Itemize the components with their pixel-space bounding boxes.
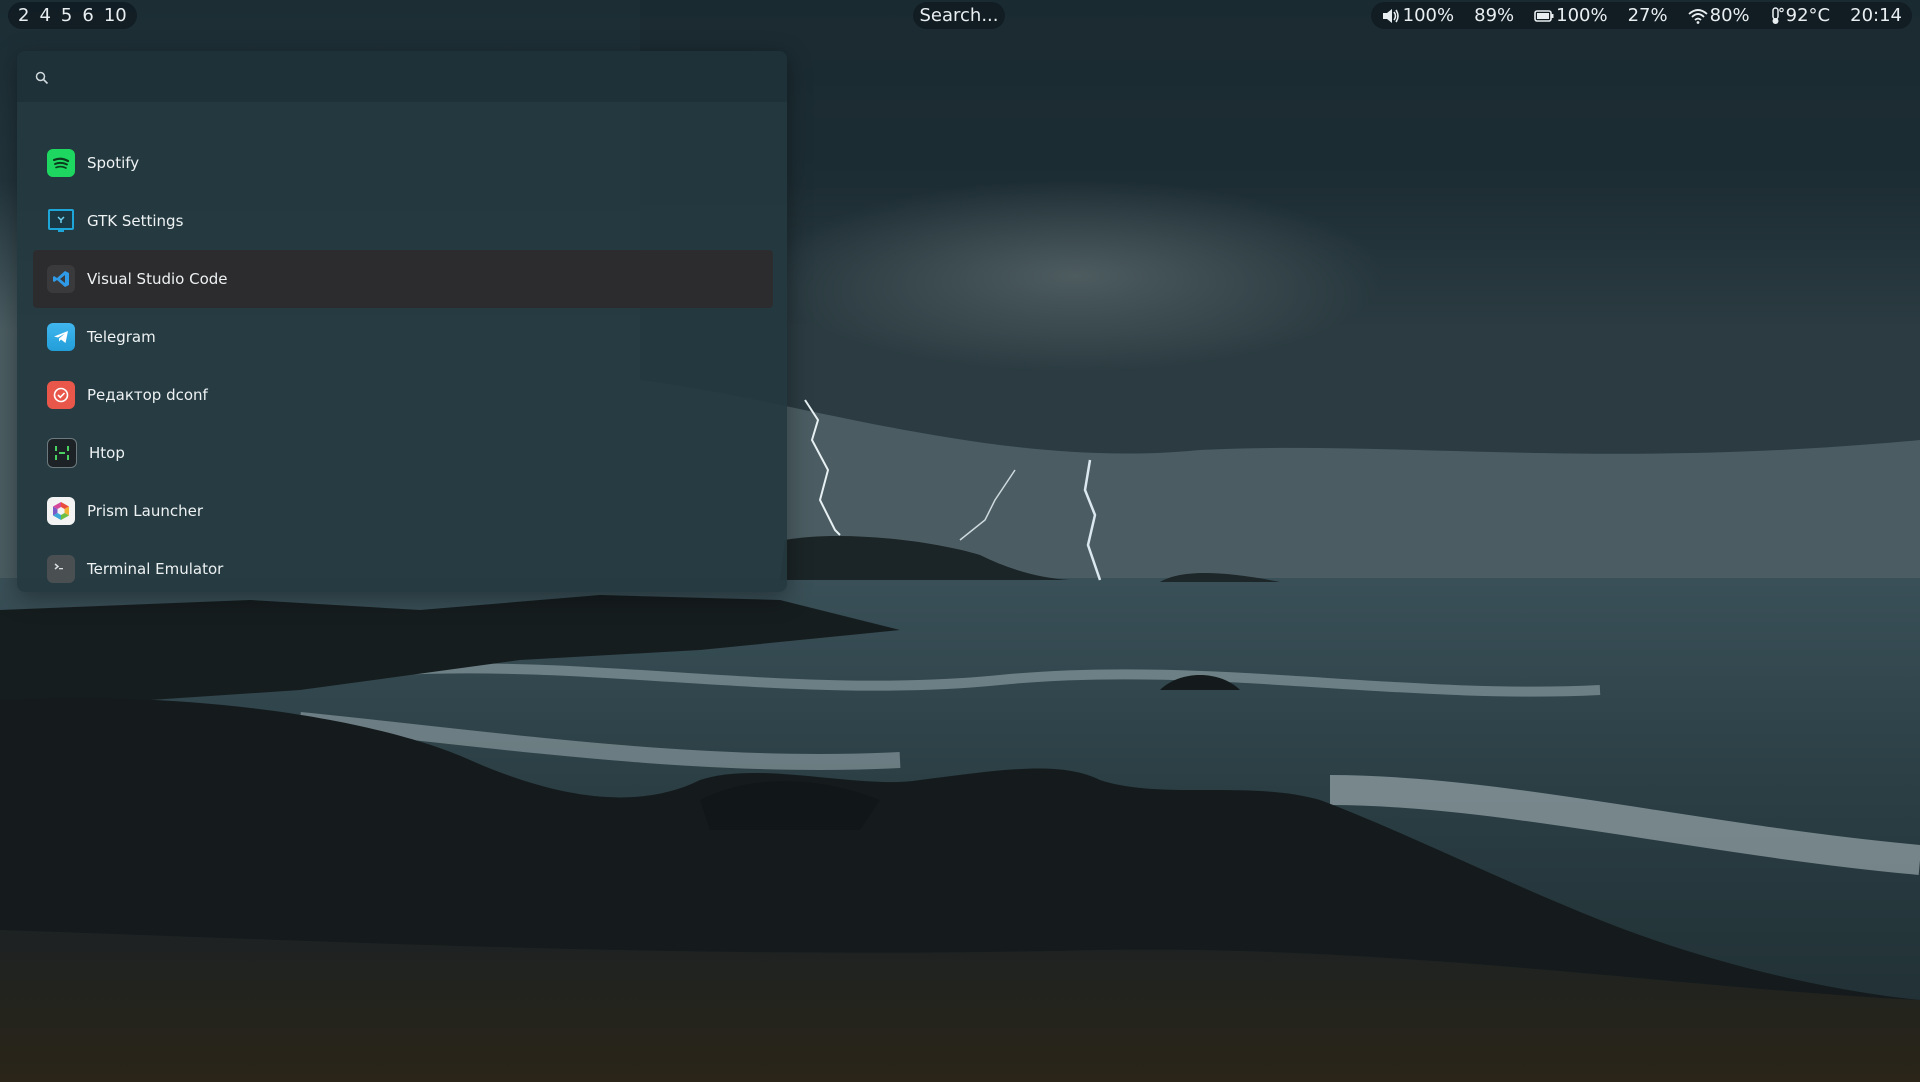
status-area: 100% 89% 100% 27% 80% 92°C 20:14: [1370, 2, 1912, 29]
memory-indicator[interactable]: 27%: [1628, 5, 1668, 26]
wifi-indicator[interactable]: 80%: [1688, 5, 1750, 26]
gtk-settings-icon: [47, 207, 75, 235]
launcher-search-input[interactable]: [55, 60, 787, 93]
cpu-indicator[interactable]: 89%: [1474, 5, 1514, 26]
temperature-value: 92°C: [1785, 5, 1831, 26]
prism-launcher-icon: [47, 497, 75, 525]
workspace-button[interactable]: 10: [100, 2, 131, 29]
top-bar: 2 4 5 6 10 Search... 100% 89% 100% 27% 8…: [0, 0, 1920, 30]
app-label: Редактор dconf: [87, 386, 208, 404]
wifi-value: 80%: [1709, 5, 1750, 26]
app-item-htop[interactable]: Htop: [33, 424, 773, 482]
app-label: Spotify: [87, 154, 140, 172]
app-label: Visual Studio Code: [87, 270, 228, 288]
telegram-icon: [47, 323, 75, 351]
spotify-icon: [47, 149, 75, 177]
app-label: Prism Launcher: [87, 502, 204, 520]
app-label: Htop: [89, 444, 125, 462]
search-button-label: Search...: [919, 5, 999, 26]
clock-time: 20:14: [1850, 5, 1902, 26]
app-label: Terminal Emulator: [87, 560, 224, 578]
app-label: GTK Settings: [87, 212, 184, 230]
battery-indicator[interactable]: 100%: [1534, 5, 1608, 26]
temperature-indicator[interactable]: 92°C: [1770, 5, 1830, 26]
app-item-prism-launcher[interactable]: Prism Launcher: [33, 482, 773, 540]
volume-indicator[interactable]: 100%: [1381, 5, 1454, 26]
app-item-gtk-settings[interactable]: GTK Settings: [33, 192, 773, 250]
app-list: Spotify GTK Settings Visual Studio Code …: [17, 102, 787, 592]
cpu-value: 89%: [1474, 5, 1515, 26]
app-item-spotify[interactable]: Spotify: [33, 134, 773, 192]
volume-value: 100%: [1402, 5, 1455, 26]
app-item-telegram[interactable]: Telegram: [33, 308, 773, 366]
app-label: Telegram: [87, 328, 156, 346]
vscode-icon: [47, 265, 75, 293]
workspace-button[interactable]: 6: [78, 2, 97, 29]
speaker-icon: [1381, 7, 1401, 25]
workspace-button[interactable]: 4: [35, 2, 54, 29]
search-button[interactable]: Search...: [913, 2, 1005, 29]
workspace-button[interactable]: 5: [57, 2, 76, 29]
clock[interactable]: 20:14: [1850, 5, 1902, 26]
app-item-dconf-editor[interactable]: Редактор dconf: [33, 366, 773, 424]
workspace-button[interactable]: 2: [14, 2, 33, 29]
thermometer-icon: [1770, 6, 1784, 25]
memory-value: 27%: [1627, 5, 1668, 26]
app-item-terminal-emulator[interactable]: Terminal Emulator: [33, 540, 773, 592]
workspace-switcher: 2 4 5 6 10: [8, 2, 137, 29]
wifi-icon: [1688, 8, 1708, 24]
battery-icon: [1534, 9, 1554, 23]
dconf-editor-icon: [47, 381, 75, 409]
search-icon: [35, 70, 49, 84]
app-launcher: Spotify GTK Settings Visual Studio Code …: [17, 51, 787, 592]
launcher-search-bar: [17, 51, 787, 102]
terminal-icon: [47, 555, 75, 583]
htop-icon: [47, 438, 77, 468]
app-item-visual-studio-code[interactable]: Visual Studio Code: [33, 250, 773, 308]
battery-value: 100%: [1556, 5, 1608, 26]
